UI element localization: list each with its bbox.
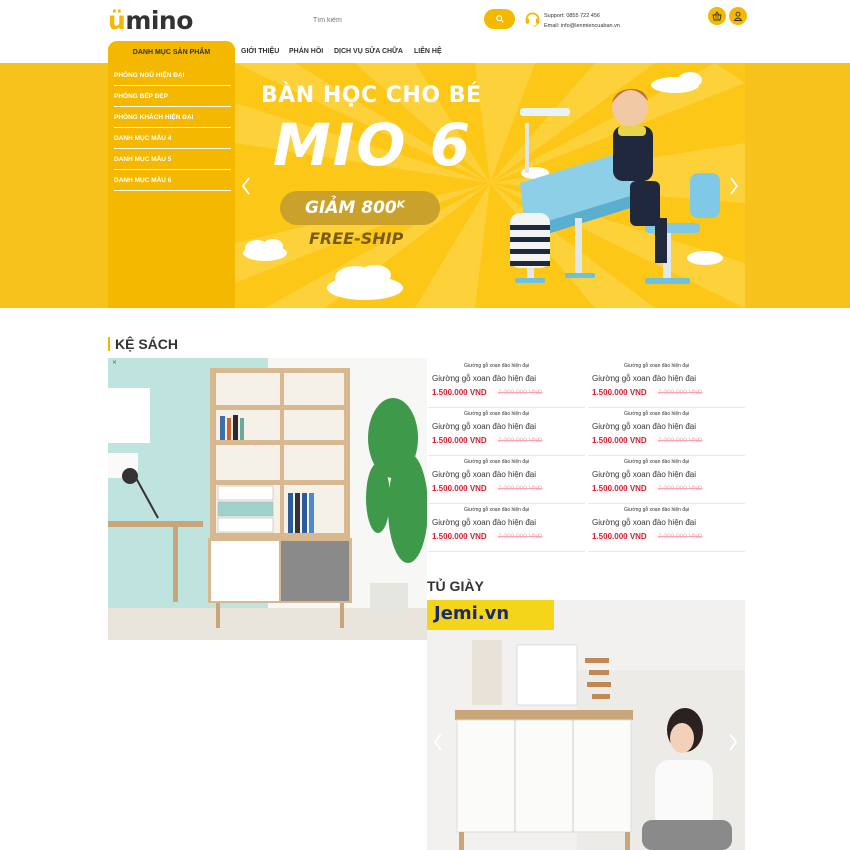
nav-item-gioi-thieu[interactable]: GIỚI THIỆU xyxy=(241,48,279,55)
product-price: 1.500.000 VND xyxy=(592,532,647,541)
product-price: 1.500.000 VND xyxy=(592,436,647,445)
chevron-left-icon xyxy=(433,733,442,751)
sidebar-item-mau-4[interactable]: DANH MỤC MẪU 4 xyxy=(114,128,231,149)
category-sidebar: PHÒNG NGỦ HIỆN ĐẠI PHÒNG BẾP ĐẸP PHÒNG K… xyxy=(108,63,235,308)
banner-title-line1: BÀN HỌC CHO BÉ xyxy=(261,83,482,108)
product-old-price: 2.000.000 VND xyxy=(658,437,703,444)
product-card[interactable]: Giường gỗ xoan đào hiện đại Giường gỗ xoa… xyxy=(588,360,745,408)
section-title-ke-sach: KỆ SÁCH xyxy=(115,336,179,352)
chevron-left-icon xyxy=(241,177,250,195)
search-box xyxy=(308,9,508,29)
support-phone: Support: 0855 722 456 xyxy=(544,13,600,19)
headset-icon xyxy=(525,12,540,27)
product-caption: Giường gỗ xoan đào hiện đại xyxy=(624,411,690,417)
shoe-cabinet-image xyxy=(455,640,745,850)
product-caption: Giường gỗ xoan đào hiện đại xyxy=(624,363,690,369)
product-name[interactable]: Giường gỗ xoan đào hiện đại xyxy=(592,518,696,527)
product-price: 1.500.000 VND xyxy=(432,532,487,541)
product-card[interactable]: Giường gỗ xoan đào hiện đại Giường gỗ xoa… xyxy=(588,408,745,456)
basket-icon xyxy=(712,11,722,21)
section-marker xyxy=(108,337,110,351)
banner-slide: BÀN HỌC CHO BÉ MIO 6 GIẢM 800ᴷ FREE-SHIP xyxy=(235,63,745,308)
nav-item-dich-vu[interactable]: DỊCH VỤ SỬA CHỮA xyxy=(334,48,403,55)
banner-next-button[interactable] xyxy=(728,174,740,198)
sidebar-item-mau-5[interactable]: DANH MỤC MẪU 5 xyxy=(114,149,231,170)
product-caption: Giường gỗ xoan đào hiện đại xyxy=(624,459,690,465)
cart-button[interactable] xyxy=(708,7,726,25)
product-card[interactable]: Giường gỗ xoan đào hiện đại Giường gỗ xoa… xyxy=(428,360,585,408)
product-caption: Giường gỗ xoan đào hiện đại xyxy=(464,459,530,465)
bookshelf-image[interactable]: × xyxy=(108,358,427,640)
product-name[interactable]: Giường gỗ xoan đào hiện đại xyxy=(432,518,536,527)
category-tab[interactable]: DANH MỤC SẢN PHẨM xyxy=(108,41,235,63)
site-logo[interactable]: ümino xyxy=(108,6,193,35)
banner-title-line2: MIO 6 xyxy=(273,111,473,179)
banner-freeship: FREE-SHIP xyxy=(309,229,404,248)
product-old-price: 2.000.000 VND xyxy=(658,533,703,540)
product-name[interactable]: Giường gỗ xoan đào hiện đại xyxy=(592,470,696,479)
product-price: 1.500.000 VND xyxy=(592,484,647,493)
product-price: 1.500.000 VND xyxy=(432,436,487,445)
sidebar-item-phong-ngu[interactable]: PHÒNG NGỦ HIỆN ĐẠI xyxy=(114,65,231,86)
product-old-price: 2.000.000 VND xyxy=(498,533,543,540)
product-name[interactable]: Giường gỗ xoan đào hiện đại xyxy=(432,470,536,479)
sidebar-item-phong-bep[interactable]: PHÒNG BẾP ĐẸP xyxy=(114,86,231,107)
search-icon xyxy=(495,15,504,23)
product-price: 1.500.000 VND xyxy=(432,484,487,493)
banner-discount: GIẢM 800ᴷ xyxy=(305,198,406,218)
shoe-next-button[interactable] xyxy=(727,730,739,754)
nav-item-lien-he[interactable]: LIÊN HỆ xyxy=(414,48,442,55)
product-card[interactable]: Giường gỗ xoan đào hiện đại Giường gỗ xoa… xyxy=(588,504,745,552)
support-email: Email: info@lenmiencuaban.vn xyxy=(544,23,620,29)
account-button[interactable] xyxy=(729,7,747,25)
product-caption: Giường gỗ xoan đào hiện đại xyxy=(624,507,690,513)
product-caption: Giường gỗ xoan đào hiện đại xyxy=(464,363,530,369)
product-old-price: 2.000.000 VND xyxy=(658,485,703,492)
search-button[interactable] xyxy=(484,9,515,29)
product-card[interactable]: Giường gỗ xoan đào hiện đại Giường gỗ xoa… xyxy=(428,504,585,552)
sidebar-item-phong-khach[interactable]: PHÒNG KHÁCH HIỆN ĐẠI xyxy=(114,107,231,128)
sidebar-item-mau-6[interactable]: DANH MỤC MẪU 6 xyxy=(114,170,231,191)
product-caption: Giường gỗ xoan đào hiện đại xyxy=(464,507,530,513)
product-caption: Giường gỗ xoan đào hiện đại xyxy=(464,411,530,417)
product-price: 1.500.000 VND xyxy=(592,388,647,397)
nav-item-phan-hoi[interactable]: PHẢN HỒI xyxy=(289,48,323,55)
product-price: 1.500.000 VND xyxy=(432,388,487,397)
product-name[interactable]: Giường gỗ xoan đào hiện đại xyxy=(592,422,696,431)
product-name[interactable]: Giường gỗ xoan đào hiện đại xyxy=(592,374,696,383)
section-title-tu-giay: TỦ GIÀY xyxy=(427,578,484,594)
svg-text:×: × xyxy=(112,359,117,366)
product-name[interactable]: Giường gỗ xoan đào hiện đại xyxy=(432,374,536,383)
search-input[interactable] xyxy=(308,10,488,29)
product-name[interactable]: Giường gỗ xoan đào hiện đại xyxy=(432,422,536,431)
product-old-price: 2.000.000 VND xyxy=(498,389,543,396)
product-card[interactable]: Giường gỗ xoan đào hiện đại Giường gỗ xoa… xyxy=(428,408,585,456)
product-card[interactable]: Giường gỗ xoan đào hiện đại Giường gỗ xoa… xyxy=(428,456,585,504)
product-old-price: 2.000.000 VND xyxy=(498,485,543,492)
chevron-right-icon xyxy=(730,177,739,195)
support-info: Support: 0855 722 456 Email: info@lenmie… xyxy=(544,11,620,31)
product-old-price: 2.000.000 VND xyxy=(658,389,703,396)
banner-prev-button[interactable] xyxy=(240,174,252,198)
user-icon xyxy=(733,11,743,21)
shoe-prev-button[interactable] xyxy=(432,730,444,754)
shoe-cabinet-banner[interactable]: Jemi.vn xyxy=(427,600,745,850)
chevron-right-icon xyxy=(729,733,738,751)
product-card[interactable]: Giường gỗ xoan đào hiện đại Giường gỗ xoa… xyxy=(588,456,745,504)
product-old-price: 2.000.000 VND xyxy=(498,437,543,444)
